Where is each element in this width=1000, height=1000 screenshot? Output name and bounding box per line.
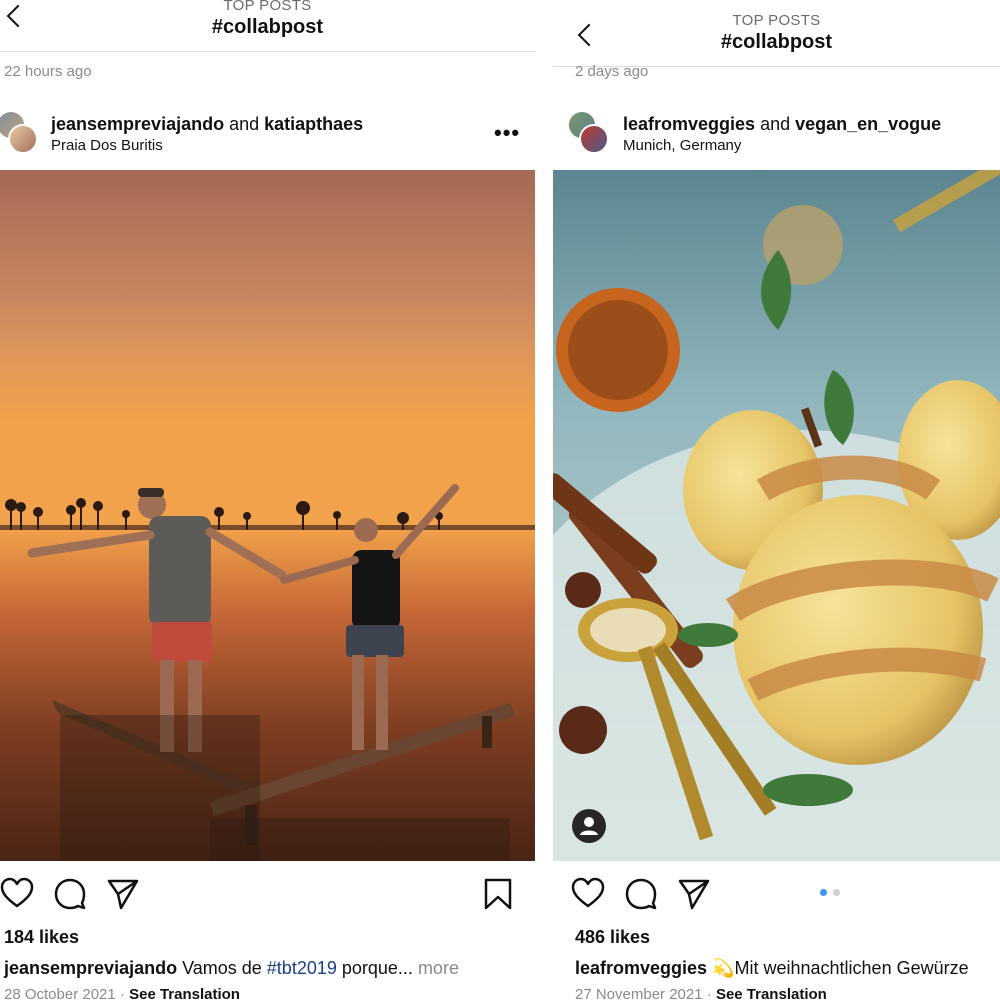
panel-gutter (535, 0, 553, 1000)
right-post-panel: TOP POSTS #collabpost 2 days ago leafrom… (553, 0, 1000, 1000)
left-post-panel: TOP POSTS #collabpost 22 hours ago jeans… (0, 0, 535, 1000)
post-photo[interactable] (0, 170, 535, 861)
share-icon[interactable] (106, 877, 140, 911)
carousel-dot-active (820, 889, 827, 896)
like-count[interactable]: 184 likes (4, 927, 79, 948)
header-title: #collabpost (720, 31, 833, 53)
date-separator: · (115, 986, 130, 1000)
more-options-icon[interactable]: ••• (494, 122, 520, 144)
comment-icon[interactable] (624, 877, 658, 911)
avatar (8, 124, 38, 154)
owner-joiner: and (755, 114, 796, 134)
header-title: #collabpost (211, 16, 324, 38)
caption-more-link[interactable]: more (413, 958, 459, 978)
heart-icon[interactable] (571, 877, 605, 911)
pear-dessert-photo (553, 170, 1000, 861)
collab-avatars[interactable] (567, 110, 611, 154)
like-count[interactable]: 486 likes (575, 927, 650, 948)
carousel-dot (833, 889, 840, 896)
post-owners[interactable]: jeansempreviajando and katiapthaes (51, 114, 363, 135)
post-location[interactable]: Praia Dos Buritis (51, 137, 163, 154)
post-date-row: 28 October 2021 · See Translation (4, 986, 240, 1000)
comment-icon[interactable] (53, 877, 87, 911)
caption-text: Mit weihnachtlichen Gewürze (734, 958, 969, 978)
owner-username[interactable]: jeansempreviajando (51, 114, 224, 134)
header-subtitle: TOP POSTS (732, 12, 821, 29)
heart-icon[interactable] (0, 877, 34, 911)
page-header: TOP POSTS #collabpost (553, 12, 1000, 54)
owner-joiner: and (224, 114, 265, 134)
caption-text: Vamos de (177, 958, 267, 978)
post-caption: leafromveggies 💫Mit weihnachtlichen Gewü… (575, 958, 969, 979)
collaborator-username[interactable]: vegan_en_vogue (795, 114, 941, 134)
owner-username[interactable]: leafromveggies (623, 114, 755, 134)
caption-hashtag[interactable]: #tbt2019 (267, 958, 337, 978)
previous-post-time: 2 days ago (575, 63, 649, 80)
post-date-row: 27 November 2021 · See Translation (575, 986, 827, 1000)
post-photo[interactable] (553, 170, 1000, 861)
see-translation-link[interactable]: See Translation (716, 986, 827, 1000)
see-translation-link[interactable]: See Translation (129, 986, 240, 1000)
collaborator-username[interactable]: katiapthaes (264, 114, 363, 134)
bookmark-icon[interactable] (481, 877, 515, 911)
previous-post-time: 22 hours ago (4, 63, 92, 80)
caption-text-continued: porque... (336, 958, 413, 978)
header-divider (0, 51, 535, 52)
caption-emoji: 💫 (712, 958, 735, 978)
header-subtitle: TOP POSTS (223, 0, 312, 14)
avatar (579, 124, 609, 154)
tagged-user-icon[interactable] (571, 808, 607, 844)
post-date: 27 November 2021 (575, 986, 703, 1000)
post-caption: jeansempreviajando Vamos de #tbt2019 por… (4, 958, 459, 979)
date-separator: · (702, 986, 716, 1000)
post-date: 28 October 2021 (4, 986, 116, 1000)
page-header: TOP POSTS #collabpost (0, 0, 535, 39)
post-owners[interactable]: leafromveggies and vegan_en_vogue (623, 114, 941, 135)
caption-username[interactable]: leafromveggies (575, 958, 707, 978)
share-icon[interactable] (677, 877, 711, 911)
caption-username[interactable]: jeansempreviajando (4, 958, 177, 978)
post-location[interactable]: Munich, Germany (623, 137, 741, 154)
sunset-lake-photo (0, 170, 535, 861)
collab-avatars[interactable] (0, 110, 40, 154)
